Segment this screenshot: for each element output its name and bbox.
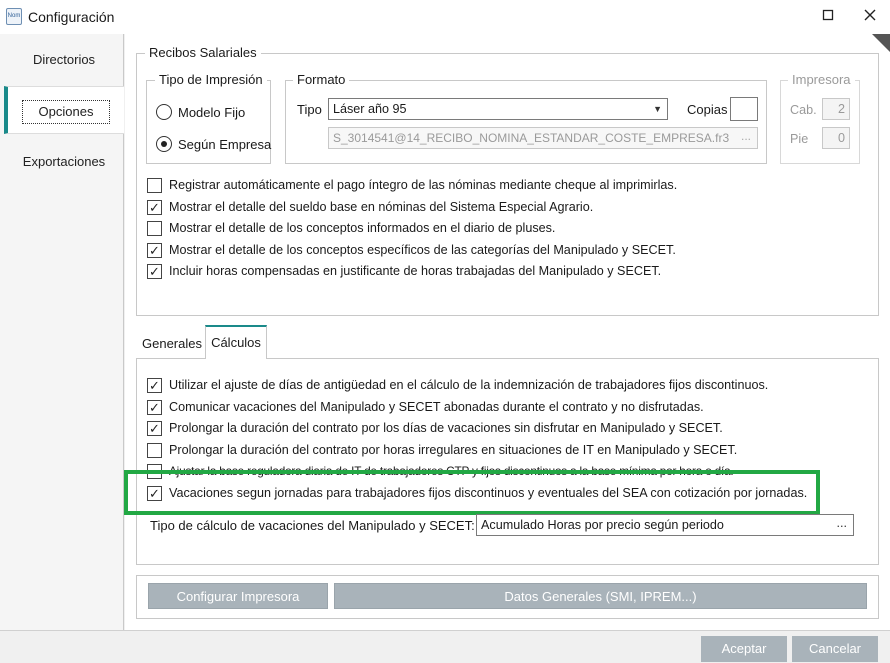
copias-input[interactable] (730, 97, 758, 121)
tipo-select-value: Láser año 95 (333, 102, 407, 116)
file-path-value: S_3014541@14_RECIBO_NOMINA_ESTANDAR_COST… (333, 131, 730, 145)
close-icon[interactable] (858, 6, 882, 28)
window-title: Configuración (28, 9, 115, 25)
highlight-box (124, 470, 820, 515)
nav-label: Opciones (21, 100, 111, 124)
radio-segun-empresa[interactable] (156, 136, 172, 152)
nav-item-directorios[interactable]: Directorios (4, 36, 124, 84)
checkbox-label: Registrar automáticamente el pago íntegr… (169, 178, 678, 192)
checkbox-registrar-pago[interactable] (147, 178, 162, 193)
checkbox-prolongar-horas-it[interactable] (147, 443, 162, 458)
checkbox-conceptos-especificos[interactable]: ✓ (147, 243, 162, 258)
checkbox-prolongar-vacaciones[interactable]: ✓ (147, 421, 162, 436)
checkbox-label: Mostrar el detalle del sueldo base en nó… (169, 200, 594, 214)
title-bar: Nom Configuración (0, 0, 890, 34)
app-icon: Nom (6, 8, 22, 25)
checkbox-diario-pluses[interactable] (147, 221, 162, 236)
checkbox-horas-compensadas[interactable]: ✓ (147, 264, 162, 279)
checkbox-label: Incluir horas compensadas en justificant… (169, 264, 662, 278)
nav-label: Directorios (32, 52, 96, 67)
checkbox-ajuste-antiguedad[interactable]: ✓ (147, 378, 162, 393)
configuration-window: Nom Configuración Directorios Opciones E… (0, 0, 890, 663)
recibos-legend: Recibos Salariales (145, 45, 261, 60)
formato-group (285, 80, 767, 164)
tipo-calculo-value: Acumulado Horas por precio según periodo (481, 518, 724, 532)
nav-item-exportaciones[interactable]: Exportaciones (4, 138, 124, 186)
impresora-group (780, 80, 860, 164)
tipo-impresion-legend: Tipo de Impresión (155, 72, 267, 87)
tab-label: Generales (142, 336, 202, 351)
cab-input[interactable]: 2 (822, 98, 850, 120)
tab-gap (206, 357, 266, 359)
tipo-calculo-field[interactable]: Acumulado Horas por precio según periodo… (476, 514, 854, 536)
tipo-calculo-label: Tipo de cálculo de vacaciones del Manipu… (150, 518, 475, 533)
nav-item-opciones[interactable]: Opciones (4, 86, 124, 134)
checkbox-label: Prolongar la duración del contrato por l… (169, 421, 723, 435)
formato-legend: Formato (293, 72, 350, 87)
checkbox-label: Prolongar la duración del contrato por h… (169, 443, 738, 457)
file-browse-icon[interactable]: ... (741, 126, 751, 146)
checkbox-label: Utilizar el ajuste de días de antigüedad… (169, 378, 769, 392)
tab-label: Cálculos (211, 335, 261, 350)
maximize-icon[interactable] (816, 6, 840, 28)
aceptar-button[interactable]: Aceptar (701, 636, 787, 662)
impresora-legend: Impresora (788, 72, 855, 87)
checkbox-sueldo-base[interactable]: ✓ (147, 200, 162, 215)
cancelar-button[interactable]: Cancelar (792, 636, 878, 662)
tipo-label: Tipo (297, 102, 322, 117)
checkbox-comunicar-vacaciones[interactable]: ✓ (147, 400, 162, 415)
checkbox-label: Mostrar el detalle de los conceptos espe… (169, 243, 676, 257)
pie-label: Pie (790, 132, 809, 146)
tab-generales[interactable]: Generales (138, 328, 206, 360)
radio-modelo-fijo-label: Modelo Fijo (178, 105, 246, 120)
radio-modelo-fijo[interactable] (156, 104, 172, 120)
datos-generales-button[interactable]: Datos Generales (SMI, IPREM...) (334, 583, 867, 609)
corner-info-icon (872, 34, 890, 52)
tipo-calculo-browse-icon[interactable]: ... (837, 513, 848, 533)
checkbox-label: Mostrar el detalle de los conceptos info… (169, 221, 556, 235)
copias-label: Copias (687, 102, 728, 117)
tab-calculos[interactable]: Cálculos (205, 325, 267, 359)
cab-label: Cab. (790, 103, 817, 117)
pie-input[interactable]: 0 (822, 127, 850, 149)
nav-label: Exportaciones (22, 154, 106, 169)
sidebar-nav: Directorios Opciones Exportaciones (0, 34, 124, 630)
file-path-field[interactable]: S_3014541@14_RECIBO_NOMINA_ESTANDAR_COST… (328, 127, 758, 149)
configurar-impresora-button[interactable]: Configurar Impresora (148, 583, 328, 609)
checkbox-label: Comunicar vacaciones del Manipulado y SE… (169, 400, 704, 414)
tipo-select[interactable]: Láser año 95 ▼ (328, 98, 668, 120)
radio-segun-empresa-label: Según Empresa (178, 137, 272, 152)
dropdown-arrow-icon: ▼ (653, 104, 662, 114)
